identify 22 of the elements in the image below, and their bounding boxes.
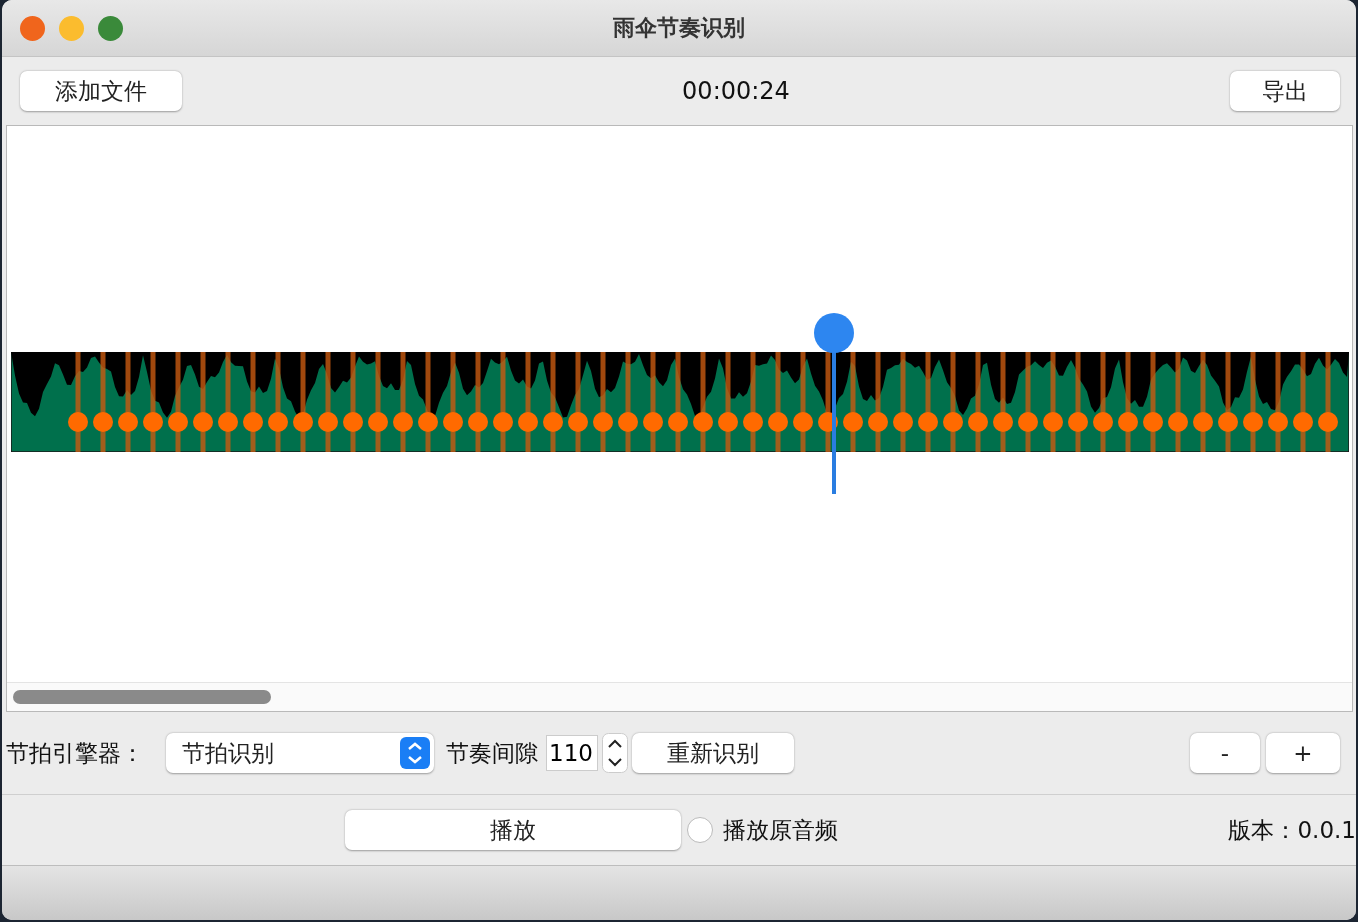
engine-select[interactable]: 节拍识别 <box>166 733 434 773</box>
zoom-icon[interactable] <box>98 15 123 41</box>
play-button[interactable]: 播放 <box>345 810 681 850</box>
scrollbar-thumb[interactable] <box>13 690 271 704</box>
zoom-in-button[interactable]: + <box>1266 733 1340 773</box>
version-label: 版本：0.0.1 <box>1228 815 1356 845</box>
interval-field[interactable]: 110 <box>546 735 598 771</box>
export-button[interactable]: 导出 <box>1230 71 1340 111</box>
playhead[interactable] <box>812 312 855 494</box>
original-audio-label: 播放原音频 <box>723 815 838 845</box>
interval-label: 节奏间隙 <box>446 738 538 768</box>
radio-button[interactable] <box>687 817 713 843</box>
redetect-button[interactable]: 重新识别 <box>632 733 794 773</box>
stepper-arrows-icon <box>400 737 430 769</box>
time-display: 00:00:24 <box>682 77 790 105</box>
zoom-out-button[interactable]: - <box>1190 733 1260 773</box>
stepper-icon[interactable] <box>602 733 628 773</box>
add-file-button[interactable]: 添加文件 <box>20 71 182 111</box>
window-title: 雨伞节奏识别 <box>613 15 745 40</box>
close-icon[interactable] <box>20 15 45 41</box>
engine-label: 节拍引擎器： <box>6 738 144 768</box>
minimize-icon[interactable] <box>59 15 84 41</box>
